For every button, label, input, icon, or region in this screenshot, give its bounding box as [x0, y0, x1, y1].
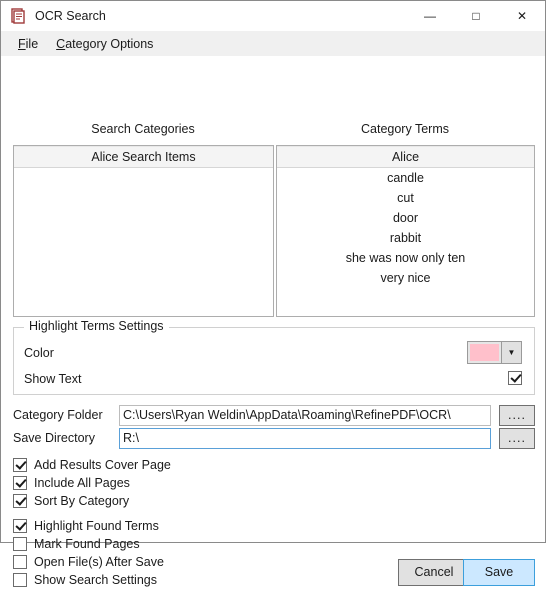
list-item[interactable]: very nice: [277, 268, 534, 288]
option-label: Highlight Found Terms: [34, 519, 159, 533]
option-label: Open File(s) After Save: [34, 555, 164, 569]
category-folder-label: Category Folder: [13, 408, 103, 422]
option-label: Sort By Category: [34, 494, 130, 508]
search-categories-list[interactable]: Alice Search Items: [13, 145, 274, 317]
window-controls: — □ ✕: [407, 1, 545, 31]
list-item[interactable]: Alice: [277, 146, 534, 168]
list-item[interactable]: cut: [277, 188, 534, 208]
chevron-down-icon[interactable]: ▼: [501, 342, 521, 363]
save-directory-input[interactable]: [119, 427, 491, 449]
highlight-terms-settings-group: Highlight Terms Settings Color ▼ Show Te…: [13, 319, 535, 395]
checkbox[interactable]: [13, 494, 27, 508]
document-icon: [9, 7, 27, 25]
option-include-all-pages[interactable]: Include All Pages: [13, 474, 130, 492]
checkbox[interactable]: [13, 537, 27, 551]
option-mark-found-pages[interactable]: Mark Found Pages: [13, 535, 140, 553]
menu-item-category-options[interactable]: Category Options: [47, 34, 162, 54]
minimize-icon[interactable]: —: [407, 1, 453, 31]
option-label: Add Results Cover Page: [34, 458, 171, 472]
menu-bar: File Category Options: [1, 31, 545, 56]
option-label: Show Search Settings: [34, 573, 157, 587]
checkbox[interactable]: [13, 573, 27, 587]
checkbox[interactable]: [13, 476, 27, 490]
save-directory-label: Save Directory: [13, 431, 95, 445]
list-item[interactable]: door: [277, 208, 534, 228]
category-folder-input[interactable]: [119, 404, 491, 426]
save-directory-row: Save Directory ....: [13, 427, 535, 449]
color-swatch: [470, 344, 499, 361]
title-bar: OCR Search — □ ✕: [1, 1, 545, 31]
client-area: Search Categories Category Terms Alice S…: [1, 56, 545, 587]
color-label: Color: [24, 346, 54, 360]
close-icon[interactable]: ✕: [499, 1, 545, 31]
save-directory-browse-button[interactable]: ....: [499, 427, 535, 449]
checkbox[interactable]: [13, 519, 27, 533]
checkbox[interactable]: [13, 458, 27, 472]
search-categories-label: Search Categories: [91, 122, 195, 136]
list-item[interactable]: rabbit: [277, 228, 534, 248]
option-label: Include All Pages: [34, 476, 130, 490]
list-item[interactable]: Alice Search Items: [14, 146, 273, 168]
option-add-results-cover-page[interactable]: Add Results Cover Page: [13, 456, 171, 474]
option-open-files-after-save[interactable]: Open File(s) After Save: [13, 553, 164, 571]
window-title: OCR Search: [35, 9, 106, 23]
option-highlight-found-terms[interactable]: Highlight Found Terms: [13, 517, 159, 535]
category-folder-row: Category Folder ....: [13, 404, 535, 426]
list-item[interactable]: she was now only ten: [277, 248, 534, 268]
show-text-label: Show Text: [24, 372, 82, 386]
list-item[interactable]: candle: [277, 168, 534, 188]
option-sort-by-category[interactable]: Sort By Category: [13, 492, 129, 510]
category-terms-label: Category Terms: [361, 122, 449, 136]
option-label: Mark Found Pages: [34, 537, 140, 551]
checkbox[interactable]: [13, 555, 27, 569]
group-title: Highlight Terms Settings: [24, 319, 169, 333]
cancel-button[interactable]: Cancel: [398, 559, 470, 586]
category-folder-browse-button[interactable]: ....: [499, 404, 535, 426]
category-terms-list[interactable]: Alice candle cut door rabbit she was now…: [276, 145, 535, 317]
show-text-checkbox[interactable]: [508, 371, 522, 385]
save-button[interactable]: Save: [463, 559, 535, 586]
ocr-search-window: OCR Search — □ ✕ File Category Options S…: [0, 0, 546, 587]
menu-item-file[interactable]: File: [9, 34, 47, 54]
option-show-search-settings[interactable]: Show Search Settings: [13, 571, 157, 589]
highlight-color-dropdown[interactable]: ▼: [467, 341, 522, 364]
maximize-icon[interactable]: □: [453, 1, 499, 31]
